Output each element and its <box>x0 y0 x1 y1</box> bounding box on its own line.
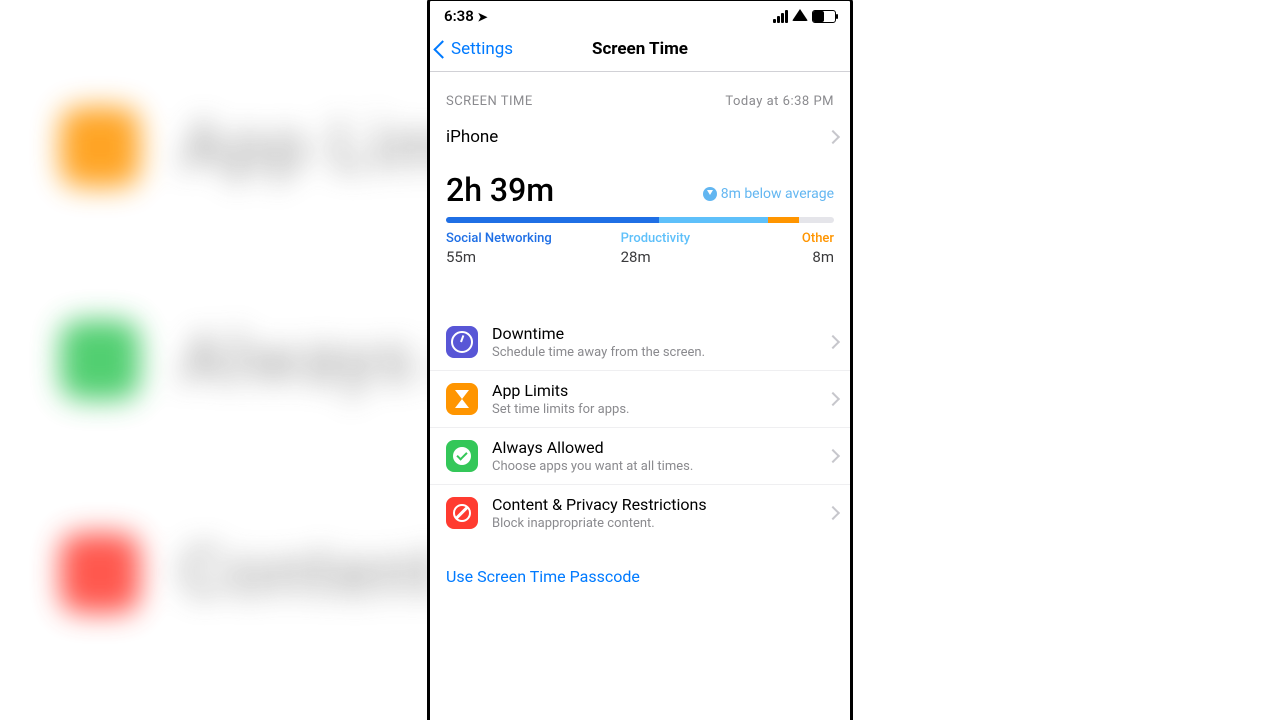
delta-label: 8m below average <box>703 186 834 202</box>
total-time: 2h 39m <box>446 171 554 209</box>
category-value: 28m <box>621 248 757 266</box>
chevron-right-icon <box>826 130 840 144</box>
back-label: Settings <box>451 39 513 59</box>
category-value: 55m <box>446 248 621 266</box>
chevron-left-icon <box>433 40 451 58</box>
category-breakdown: Social Networking55mProductivity28mOther… <box>430 227 850 280</box>
category-value: 8m <box>756 248 834 266</box>
category: Social Networking 55m <box>446 231 621 266</box>
usage-bar <box>446 217 834 223</box>
location-icon: ➤ <box>478 10 488 24</box>
category-label: Social Networking <box>446 231 621 246</box>
back-button[interactable]: Settings <box>436 39 513 59</box>
wifi-icon <box>792 7 808 25</box>
option-subtitle: Choose apps you want at all times. <box>492 459 834 474</box>
status-time: 6:38 ➤ <box>444 7 488 25</box>
section-label: SCREEN TIME <box>446 94 533 109</box>
bg-icon <box>60 533 140 613</box>
option-title: Content & Privacy Restrictions <box>492 495 834 514</box>
timestamp: Today at 6:38 PM <box>725 94 834 109</box>
category: Other 8m <box>756 231 834 266</box>
option-title: App Limits <box>492 381 834 400</box>
bg-icon <box>60 320 140 400</box>
option-subtitle: Set time limits for apps. <box>492 402 834 417</box>
option-row[interactable]: Always Allowed Choose apps you want at al… <box>430 427 850 484</box>
option-subtitle: Schedule time away from the screen. <box>492 345 834 360</box>
content: SCREEN TIME Today at 6:38 PM iPhone 2h 3… <box>430 72 850 720</box>
bg-icon <box>60 107 140 187</box>
category: Productivity 28m <box>621 231 757 266</box>
option-subtitle: Block inappropriate content. <box>492 516 834 531</box>
nav-bar: Settings Screen Time <box>430 27 850 72</box>
category-label: Productivity <box>621 231 757 246</box>
option-title: Downtime <box>492 324 834 343</box>
category-label: Other <box>756 231 834 246</box>
phone-frame: 6:38 ➤ Settings Screen Time SCREEN TIME … <box>427 0 853 720</box>
option-row[interactable]: Downtime Schedule time away from the scre… <box>430 314 850 370</box>
no-entry-icon <box>446 497 478 529</box>
options-list: Downtime Schedule time away from the scre… <box>430 314 850 541</box>
passcode-link[interactable]: Use Screen Time Passcode <box>430 541 850 596</box>
device-name: iPhone <box>446 127 498 147</box>
option-title: Always Allowed <box>492 438 834 457</box>
cellular-icon <box>773 10 788 23</box>
page-title: Screen Time <box>592 39 688 59</box>
hourglass-icon <box>446 383 478 415</box>
down-arrow-icon <box>703 187 717 201</box>
battery-icon <box>812 10 836 23</box>
check-icon <box>446 440 478 472</box>
status-bar: 6:38 ➤ <box>430 1 850 27</box>
clock-icon <box>446 326 478 358</box>
device-row[interactable]: iPhone <box>430 117 850 157</box>
option-row[interactable]: Content & Privacy Restrictions Block inap… <box>430 484 850 541</box>
option-row[interactable]: App Limits Set time limits for apps. <box>430 370 850 427</box>
